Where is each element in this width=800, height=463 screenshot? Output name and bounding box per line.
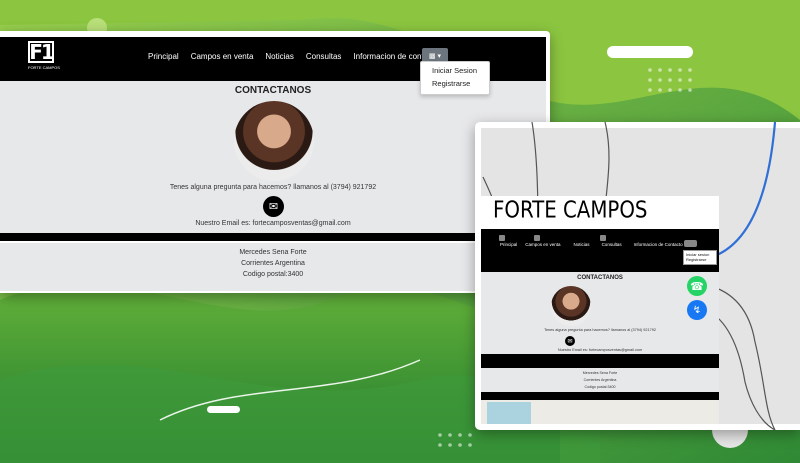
connector-pin [600, 235, 606, 241]
contact-section: CONTACTANOS Tenes alguna pregunta para h… [0, 81, 546, 233]
brand-title: FORTE CAMPOS [493, 197, 648, 224]
preview-dropdown-registrarse[interactable]: Registrarse [686, 257, 714, 262]
preview-nav-noticias[interactable]: Noticias [574, 242, 590, 247]
preview-footer-postal: Codigo postal:3400 [584, 385, 616, 389]
logo[interactable]: F1 FORTE CAMPOS [28, 41, 60, 71]
preview-contact-email: Nuestro Email es: fortecamposventas@gmai… [557, 348, 643, 352]
whatsapp-icon[interactable]: ☎ [687, 276, 707, 296]
nav-item-noticias[interactable]: Noticias [265, 52, 293, 61]
messenger-icon[interactable]: ↯ [687, 300, 707, 320]
main-browser-window: F1 FORTE CAMPOS Principal Campos en vent… [0, 31, 550, 293]
footer: Mercedes Sena Forte Corrientes Argentina… [0, 241, 546, 291]
preview-user-dropdown: Iniciar sesion Registrarse [683, 250, 717, 265]
footer-name: Mercedes Sena Forte [239, 249, 307, 256]
contact-question: Tenes alguna pregunta para hacemos? llam… [169, 184, 377, 191]
preview-contact-heading: CONTACTANOS [577, 275, 623, 281]
dropdown-item-registrarse[interactable]: Registrarse [421, 75, 489, 88]
caret-down-icon: ▾ [437, 52, 442, 60]
preview-profile-photo [551, 286, 591, 326]
nav-item-campos-en-venta[interactable]: Campos en venta [191, 52, 254, 61]
footer-location: Corrientes Argentina [241, 260, 305, 267]
preview-envelope-icon[interactable]: ✉ [565, 336, 575, 346]
preview-nav-consultas[interactable]: Consultas [602, 242, 622, 247]
nav-item-principal[interactable]: Principal [148, 52, 179, 61]
contact-email: Nuestro Email es: fortecamposventas@gmai… [195, 220, 351, 227]
preview-footer: Mercedes Sena Forte Corrientes Argentina… [481, 368, 719, 392]
preview-contact-section: CONTACTANOS Tenes alguna pregunta para h… [481, 272, 719, 354]
map-water-area [487, 402, 531, 424]
sitemap-preview-window: FORTE CAMPOS Principal Campos en venta N… [475, 122, 800, 430]
user-dropdown-menu: Iniciar Sesion Registrarse [420, 61, 490, 95]
preview-footer-divider [481, 392, 719, 400]
profile-photo [234, 101, 314, 181]
nav-menu: Principal Campos en venta Noticias Consu… [148, 52, 451, 61]
envelope-icon[interactable]: ✉ [263, 196, 284, 217]
user-icon: ▩ [428, 52, 436, 60]
dropdown-item-iniciar-sesion[interactable]: Iniciar Sesion [421, 62, 489, 75]
connector-pin [534, 235, 540, 241]
footer-postal: Codigo postal:3400 [242, 271, 304, 278]
logo-subtitle: FORTE CAMPOS [28, 65, 60, 70]
preview-nav-informacion-de-contacto[interactable]: Informacion de Contacto [634, 242, 683, 247]
preview-contact-question: Tenes alguna pregunta para hacemos? llam… [544, 328, 656, 332]
logo-mark: F1 [28, 40, 55, 64]
section-divider [0, 233, 546, 241]
preview-footer-location: Corrientes Argentina [583, 378, 617, 382]
preview-section-divider [481, 354, 719, 368]
preview-footer-name: Mercedes Sena Forte [582, 371, 618, 375]
nav-item-consultas[interactable]: Consultas [306, 52, 342, 61]
connector-pin [499, 235, 505, 241]
preview-user-button[interactable] [684, 240, 697, 247]
preview-map[interactable] [481, 400, 719, 424]
preview-nav-principal[interactable]: Principal [500, 242, 517, 247]
preview-nav-campos-en-venta[interactable]: Campos en venta [525, 242, 560, 247]
preview-nav-menu: Principal Campos en venta Noticias Consu… [500, 242, 683, 247]
